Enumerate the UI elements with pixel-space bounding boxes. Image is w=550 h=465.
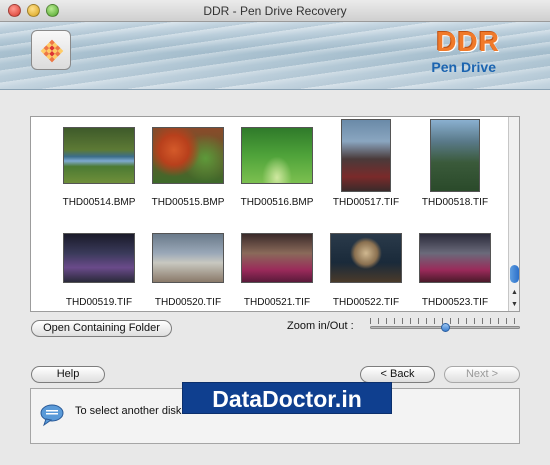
thumbnail-image bbox=[63, 233, 135, 283]
thumbnail-item[interactable]: THD00522.TIF bbox=[321, 233, 411, 308]
thumbnail-item[interactable]: THD00520.TIF bbox=[143, 233, 233, 308]
window-title: DDR - Pen Drive Recovery bbox=[203, 4, 347, 18]
thumbnail-image bbox=[152, 233, 224, 283]
thumbnail-label: THD00523.TIF bbox=[421, 297, 489, 308]
speech-bubble-icon bbox=[40, 404, 64, 427]
scroll-down-arrow-icon[interactable]: ▼ bbox=[509, 299, 520, 310]
next-button[interactable]: Next > bbox=[444, 366, 520, 383]
thumbnail-item[interactable]: THD00514.BMP bbox=[54, 127, 144, 208]
thumbnail-image bbox=[241, 233, 313, 283]
zoom-slider[interactable] bbox=[370, 318, 520, 336]
zoom-label: Zoom in/Out : bbox=[287, 320, 354, 332]
checker-logo-icon bbox=[40, 39, 64, 63]
thumbnail-image bbox=[430, 119, 480, 192]
thumbnail-item[interactable]: THD00517.TIF bbox=[321, 119, 411, 208]
zoom-slider-knob[interactable] bbox=[441, 323, 450, 332]
app-logo bbox=[31, 30, 71, 70]
thumbnail-image bbox=[241, 127, 313, 184]
thumbnail-image bbox=[330, 233, 402, 283]
info-message: To select another disk bbox=[75, 405, 182, 417]
thumbnail-image bbox=[152, 127, 224, 184]
thumbnail-item[interactable]: THD00523.TIF bbox=[410, 233, 500, 308]
title-bar: DDR - Pen Drive Recovery bbox=[0, 0, 550, 22]
thumbnail-image bbox=[419, 233, 491, 283]
thumbnail-image bbox=[341, 119, 391, 192]
thumbnail-image bbox=[63, 127, 135, 184]
thumbnail-item[interactable]: THD00518.TIF bbox=[410, 119, 500, 208]
thumbnail-item[interactable]: THD00519.TIF bbox=[54, 233, 144, 308]
watermark: DataDoctor.in bbox=[182, 382, 392, 414]
thumbnail-label: THD00518.TIF bbox=[421, 197, 489, 208]
scroll-up-arrow-icon[interactable]: ▲ bbox=[509, 287, 520, 298]
header-banner: DDR Pen Drive bbox=[0, 22, 550, 90]
open-containing-folder-button[interactable]: Open Containing Folder bbox=[31, 320, 172, 337]
help-button[interactable]: Help bbox=[31, 366, 105, 383]
thumbnail-item[interactable]: THD00521.TIF bbox=[232, 233, 322, 308]
thumbnail-item[interactable]: THD00516.BMP bbox=[232, 127, 322, 208]
back-button[interactable]: < Back bbox=[360, 366, 435, 383]
brand-title: DDR bbox=[436, 26, 500, 57]
file-thumbnail-gallery[interactable]: THD00514.BMP THD00515.BMP THD00516.BMP T… bbox=[30, 116, 520, 312]
gallery-scrollbar[interactable]: ▲ ▼ bbox=[508, 117, 519, 311]
thumbnail-item[interactable]: THD00515.BMP bbox=[143, 127, 233, 208]
brand-subtitle: Pen Drive bbox=[431, 59, 496, 75]
scrollbar-thumb[interactable] bbox=[510, 265, 519, 283]
